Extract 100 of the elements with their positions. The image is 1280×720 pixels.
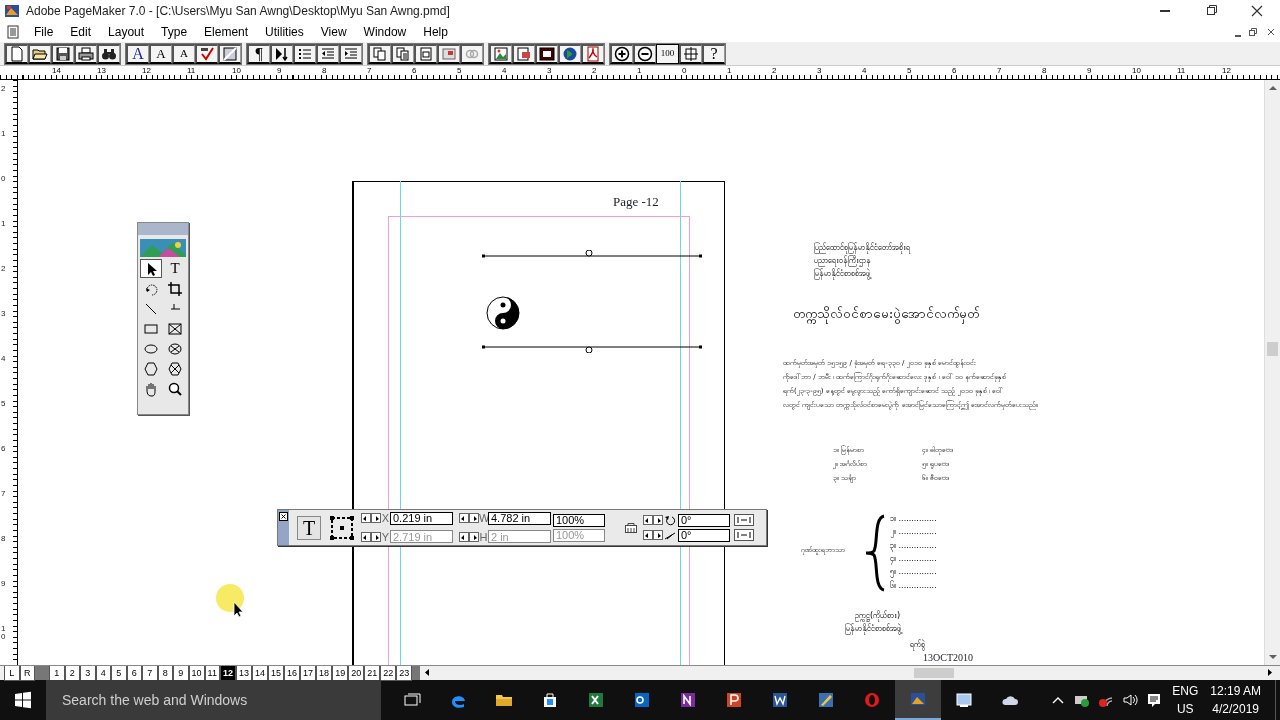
toolbar-button[interactable]: [437, 43, 460, 64]
nudge-icon[interactable]: [643, 530, 663, 540]
toolbar-button[interactable]: A: [126, 43, 149, 64]
ruler-number: 2: [592, 66, 597, 75]
menu-item[interactable]: Element: [196, 23, 258, 41]
value-field[interactable]: 4.782 in: [488, 511, 551, 525]
page-tab[interactable]: 23: [396, 666, 413, 681]
toolbar-button[interactable]: [581, 43, 604, 64]
toolbar-button[interactable]: A: [149, 43, 172, 64]
nudge-icon[interactable]: [643, 515, 663, 525]
scroll-thumb[interactable]: [914, 668, 955, 678]
rectangle-frame-tool-icon[interactable]: [167, 320, 183, 337]
toolbar-button[interactable]: [512, 43, 535, 64]
mail-icon[interactable]: [633, 691, 651, 709]
palette-title-bar[interactable]: [278, 510, 289, 545]
notebook-icon[interactable]: [679, 691, 697, 709]
close-button[interactable]: [1265, 26, 1277, 38]
text-tool[interactable]: T: [164, 259, 186, 278]
hand-tool-icon[interactable]: [143, 380, 159, 397]
volume-icon[interactable]: [1122, 692, 1139, 708]
toolbar-button[interactable]: [316, 43, 339, 64]
restore-button[interactable]: [1247, 26, 1259, 38]
toolbar-button[interactable]: 100: [656, 43, 679, 64]
spreadsheet-icon[interactable]: [587, 691, 605, 709]
toolbar-button[interactable]: [51, 43, 74, 64]
nudge-icon[interactable]: [361, 513, 381, 524]
nudge-icon[interactable]: [459, 513, 479, 524]
flip-icon[interactable]: [734, 529, 754, 541]
toolbar-button[interactable]: [293, 43, 316, 64]
toolbar-button[interactable]: [460, 43, 483, 64]
nudge-icon[interactable]: [459, 531, 479, 542]
polygon-frame-tool-icon[interactable]: [167, 360, 183, 377]
menu-item[interactable]: Window: [355, 23, 416, 41]
text-tool-button[interactable]: T: [297, 515, 321, 540]
dark-frame-icon: [539, 45, 555, 62]
toolbar-button[interactable]: [610, 43, 633, 64]
pen-icon[interactable]: [817, 691, 835, 709]
document-menu-icon[interactable]: [6, 25, 20, 39]
toolbar-button[interactable]: [414, 43, 437, 64]
menu-item[interactable]: Utilities: [257, 23, 313, 41]
search-field[interactable]: Search the web and Windows: [46, 680, 381, 720]
opera-icon[interactable]: [863, 691, 881, 709]
page-header: Page -12: [613, 194, 659, 209]
angle-field[interactable]: 0°: [678, 528, 730, 542]
menu-item[interactable]: Type: [153, 23, 197, 41]
toolbar-button[interactable]: [74, 43, 97, 64]
clock[interactable]: 12:19 AM 4/2/2019: [1210, 682, 1261, 718]
ruler-number: 10: [1132, 66, 1141, 75]
menu-item[interactable]: File: [26, 23, 63, 41]
reflect-icon[interactable]: [625, 521, 637, 534]
toolbar-button[interactable]: [218, 43, 241, 64]
zoom-in-icon: [614, 45, 630, 62]
toolbar-button[interactable]: [28, 43, 51, 64]
toolbar-button[interactable]: [339, 43, 362, 64]
pdf-icon: [585, 45, 601, 62]
toolbar-button[interactable]: [391, 43, 414, 64]
toolbar-button[interactable]: [679, 43, 702, 64]
document-icon[interactable]: [771, 691, 789, 709]
toolbar-button[interactable]: [195, 43, 218, 64]
nudge-icon[interactable]: [361, 531, 381, 542]
crop-tool-icon[interactable]: [167, 280, 183, 297]
tab-separator: [412, 666, 421, 680]
scroll-thumb[interactable]: [1267, 342, 1278, 356]
toolbar-button[interactable]: [558, 43, 581, 64]
polygon-tool-icon[interactable]: [143, 360, 159, 377]
toolbar-button[interactable]: [270, 43, 293, 64]
ellipse-frame-tool-icon[interactable]: [167, 340, 183, 357]
window-app-icon[interactable]: [955, 691, 973, 709]
task-view-icon[interactable]: [403, 691, 421, 709]
slides-icon[interactable]: [725, 691, 743, 709]
close-icon[interactable]: [279, 512, 288, 521]
menu-item[interactable]: View: [312, 23, 356, 41]
toolbar-button[interactable]: [97, 43, 120, 64]
menu-item[interactable]: Edit: [62, 23, 101, 41]
store-icon[interactable]: [541, 691, 559, 709]
toolbar-button[interactable]: [633, 43, 656, 64]
angle-field[interactable]: 0°: [678, 513, 730, 527]
toolbar-button[interactable]: ¶: [247, 43, 270, 64]
toolbar-button[interactable]: [489, 43, 512, 64]
toolbar-button[interactable]: [368, 43, 391, 64]
language-indicator[interactable]: ENG US: [1172, 682, 1199, 718]
value-field[interactable]: 0.219 in: [390, 511, 453, 525]
address-line: မြန်မာနိုင်ငံစာစစ်အဖွဲ့: [814, 269, 870, 279]
active-app-button[interactable]: [895, 680, 941, 720]
zoom-tool-icon[interactable]: [167, 380, 183, 397]
layout-app-icon[interactable]: [909, 690, 927, 708]
address-line: ပညာရေးဝန်ကြီးဌာန: [814, 256, 871, 266]
toolbar-button[interactable]: [535, 43, 558, 64]
toolbar-button[interactable]: [5, 43, 28, 64]
flip-icon[interactable]: [734, 514, 754, 526]
scale-field[interactable]: 100%: [553, 513, 605, 527]
proxy-icon[interactable]: [329, 514, 355, 541]
page-tab[interactable]: 22: [380, 666, 397, 681]
toolbar-button[interactable]: A: [172, 43, 195, 64]
menu-item[interactable]: Layout: [100, 23, 154, 41]
dotted-line: ၆။ ...............: [890, 579, 937, 592]
menu-item[interactable]: Help: [415, 23, 457, 41]
page-tab[interactable]: L: [4, 666, 20, 681]
notification-icon[interactable]: [1146, 692, 1163, 708]
toolbar-button[interactable]: ?: [702, 43, 725, 64]
